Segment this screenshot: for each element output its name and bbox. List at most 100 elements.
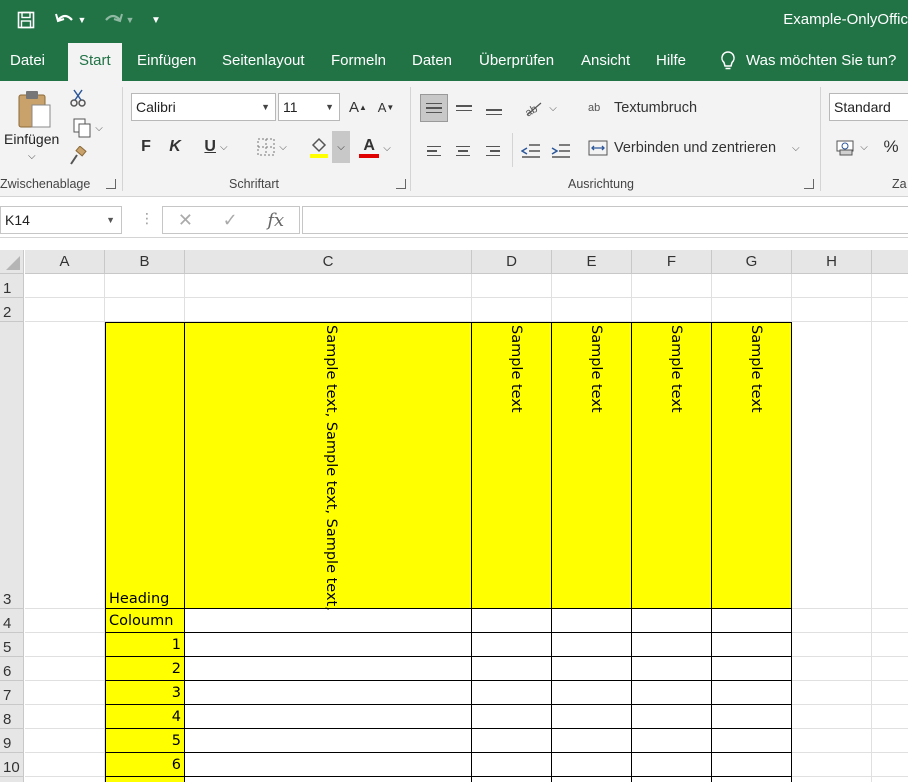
cell[interactable] (872, 274, 908, 298)
cell[interactable] (552, 633, 632, 657)
align-bottom-button[interactable] (482, 94, 506, 122)
merge-center-button[interactable]: Verbinden und zentrieren ⌵ (588, 135, 808, 161)
row-header[interactable]: 2 (0, 298, 24, 322)
cell[interactable] (185, 633, 472, 657)
column-header[interactable]: H (792, 250, 872, 274)
cell-b11[interactable] (105, 777, 185, 782)
tab-daten[interactable]: Daten (412, 40, 452, 81)
cell[interactable] (185, 298, 472, 322)
row-header[interactable]: 4 (0, 609, 24, 633)
row-header[interactable]: 6 (0, 657, 24, 681)
paste-button[interactable]: Einfügen ⌵ (4, 89, 64, 173)
cell[interactable] (25, 633, 105, 657)
column-header[interactable]: A (25, 250, 105, 274)
font-launcher-icon[interactable] (396, 179, 406, 189)
cell-b7[interactable]: 3 (105, 681, 185, 705)
redo-icon[interactable]: ▼ (98, 8, 138, 32)
cell[interactable] (872, 322, 908, 609)
row-header[interactable]: 10 (0, 753, 24, 777)
cell[interactable] (792, 705, 872, 729)
decrease-indent-button[interactable] (520, 139, 542, 163)
enter-icon[interactable]: ✓ (223, 210, 238, 231)
cell[interactable] (472, 729, 552, 753)
cell[interactable] (472, 274, 552, 298)
cell-b10[interactable]: 6 (105, 753, 185, 777)
cell[interactable] (185, 753, 472, 777)
cell[interactable] (712, 274, 792, 298)
cell[interactable] (872, 777, 908, 782)
tab-formeln[interactable]: Formeln (331, 40, 386, 81)
format-painter-icon[interactable] (68, 145, 88, 167)
underline-button[interactable]: U ⌵ (194, 135, 238, 159)
align-middle-button[interactable] (452, 94, 476, 122)
undo-icon[interactable]: ▼ (50, 8, 90, 32)
cell[interactable] (792, 609, 872, 633)
cell[interactable] (632, 681, 712, 705)
cell[interactable] (472, 633, 552, 657)
cell[interactable] (472, 657, 552, 681)
cell[interactable] (552, 705, 632, 729)
cell-b4[interactable]: Coloumn (105, 609, 185, 633)
cell-f3[interactable]: Sample text (632, 322, 712, 609)
cell[interactable] (472, 753, 552, 777)
row-header[interactable]: 7 (0, 681, 24, 705)
cell[interactable] (552, 753, 632, 777)
cell[interactable] (105, 298, 185, 322)
cell[interactable] (185, 705, 472, 729)
cell[interactable] (792, 777, 872, 782)
font-name-select[interactable]: Calibri ▼ (131, 93, 276, 121)
cell[interactable] (185, 777, 472, 782)
select-all-button[interactable] (0, 250, 24, 274)
cell[interactable] (632, 753, 712, 777)
grow-font-button[interactable]: A ▲ (348, 95, 368, 119)
clipboard-launcher-icon[interactable] (106, 179, 116, 189)
align-left-button[interactable] (426, 139, 444, 163)
cell[interactable] (712, 298, 792, 322)
cell[interactable] (712, 681, 792, 705)
cell[interactable] (632, 609, 712, 633)
cell[interactable] (712, 609, 792, 633)
tab-hilfe[interactable]: Hilfe (656, 40, 686, 81)
cell[interactable] (632, 274, 712, 298)
cell[interactable] (552, 274, 632, 298)
shrink-font-button[interactable]: A ▼ (376, 95, 396, 119)
cell[interactable] (472, 777, 552, 782)
cell[interactable] (872, 753, 908, 777)
cell[interactable] (185, 681, 472, 705)
cell[interactable] (25, 705, 105, 729)
cell[interactable] (792, 729, 872, 753)
cell[interactable] (552, 729, 632, 753)
align-top-button[interactable] (420, 94, 448, 122)
insert-function-icon[interactable]: fx (267, 210, 284, 231)
cell[interactable] (872, 729, 908, 753)
cell[interactable] (792, 657, 872, 681)
cell[interactable] (472, 298, 552, 322)
cell[interactable] (552, 657, 632, 681)
column-header[interactable]: B (105, 250, 185, 274)
cell[interactable] (25, 322, 105, 609)
cell[interactable] (25, 298, 105, 322)
cell[interactable] (872, 609, 908, 633)
cell[interactable] (632, 777, 712, 782)
cell-b3[interactable]: Heading (105, 322, 185, 609)
row-header[interactable]: 3 (0, 322, 24, 609)
cell[interactable] (472, 609, 552, 633)
cancel-icon[interactable]: ✕ (178, 210, 193, 231)
cell[interactable] (632, 657, 712, 681)
save-icon[interactable] (14, 8, 38, 32)
row-header[interactable]: 8 (0, 705, 24, 729)
customize-icon[interactable]: ▼ (146, 8, 166, 32)
cell[interactable] (872, 633, 908, 657)
cell[interactable] (792, 633, 872, 657)
cell[interactable] (552, 777, 632, 782)
cell[interactable] (25, 777, 105, 782)
cell[interactable] (872, 298, 908, 322)
cell[interactable] (25, 729, 105, 753)
cell[interactable] (185, 609, 472, 633)
tell-me-search[interactable]: Was möchten Sie tun? (720, 40, 896, 81)
cell[interactable] (25, 657, 105, 681)
cut-icon[interactable] (68, 87, 88, 109)
cell[interactable] (712, 633, 792, 657)
cell[interactable] (712, 657, 792, 681)
cell[interactable] (552, 609, 632, 633)
